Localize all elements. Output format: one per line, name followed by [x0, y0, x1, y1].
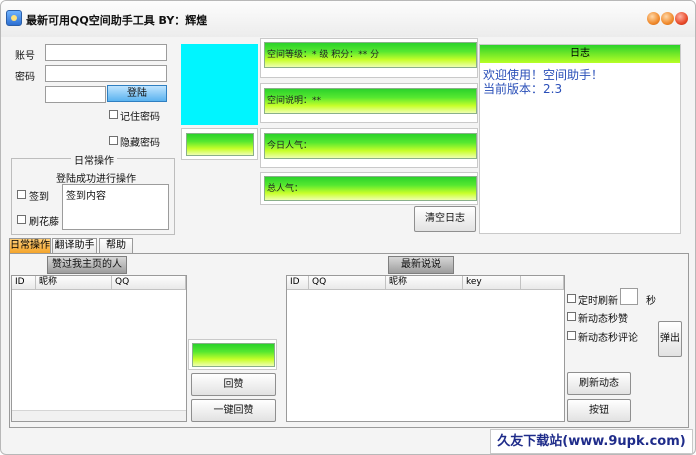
visitors-tab[interactable]: 赞过我主页的人	[47, 256, 127, 274]
app-icon	[6, 10, 22, 26]
level-text: 空间等级：* 级 积分：** 分	[267, 50, 380, 60]
feed-col-qq[interactable]: QQ	[309, 276, 386, 290]
account-label: 账号	[15, 51, 35, 62]
timer-seconds-input[interactable]	[620, 288, 638, 305]
daily-ops-hint: 登陆成功进行操作	[56, 174, 136, 185]
reply-like-button[interactable]: 回赞	[191, 373, 276, 396]
timer-refresh-checkbox[interactable]	[567, 294, 576, 303]
hide-password-checkbox[interactable]	[109, 136, 118, 145]
main-window: 最新可用QQ空间助手工具 BY：辉煌 账号 密码 登陆 记住密码 隐藏密码 日常…	[0, 0, 696, 455]
today-text: 今日人气：	[267, 141, 313, 151]
hide-password-label: 隐藏密码	[120, 138, 160, 149]
desc-panel: 空间说明：**	[260, 83, 478, 123]
minimize-button[interactable]	[647, 12, 660, 25]
total-field: 总人气：	[264, 176, 477, 201]
window-title: 最新可用QQ空间助手工具 BY：辉煌	[26, 14, 208, 27]
visitors-list[interactable]: ID 昵称 QQ	[11, 275, 187, 422]
feed-col-id[interactable]: ID	[287, 276, 309, 290]
reply-status-panel	[188, 339, 277, 370]
close-button[interactable]	[675, 12, 688, 25]
auto-like-checkbox[interactable]	[567, 312, 576, 321]
tab-daily-ops[interactable]: 日常操作	[9, 238, 51, 254]
flower-checkbox[interactable]	[17, 215, 26, 224]
auto-comment-label: 新动态秒评论	[578, 333, 638, 344]
watermark-banner: 久友下载站(www.9upk.com)	[490, 429, 693, 454]
tab-translate[interactable]: 翻译助手	[52, 238, 97, 254]
daily-ops-title: 日常操作	[71, 152, 117, 167]
feed-col-nick[interactable]: 昵称	[386, 276, 463, 290]
feed-tab[interactable]: 最新说说	[388, 256, 454, 274]
generic-button[interactable]: 按钮	[567, 399, 631, 422]
log-header: 日志	[480, 45, 680, 63]
avatar-status-bar	[186, 133, 254, 156]
checkin-label: 签到	[29, 192, 49, 203]
password-label: 密码	[15, 72, 35, 83]
password-input[interactable]	[45, 65, 167, 82]
feed-list[interactable]: ID QQ 昵称 key	[286, 275, 565, 422]
level-panel: 空间等级：* 级 积分：** 分	[260, 38, 478, 78]
clear-log-button[interactable]: 清空日志	[414, 206, 476, 232]
visitors-horizontal-scrollbar[interactable]	[12, 410, 186, 421]
flower-label: 刷花藤	[29, 217, 59, 228]
title-bar: 最新可用QQ空间助手工具 BY：辉煌	[1, 1, 695, 37]
feed-col-blank[interactable]	[521, 276, 564, 290]
checkin-checkbox[interactable]	[17, 190, 26, 199]
account-input[interactable]	[45, 44, 167, 61]
log-panel: 日志 欢迎使用！空间助手！ 当前版本：2.3	[479, 44, 681, 234]
auto-like-label: 新动态秒赞	[578, 314, 628, 325]
desc-text: 空间说明：**	[267, 96, 322, 106]
reply-status-bar	[192, 343, 275, 367]
checkin-content-textarea[interactable]: 签到内容	[62, 184, 169, 230]
one-click-reply-button[interactable]: 一键回赞	[191, 399, 276, 422]
login-button[interactable]: 登陆	[107, 85, 167, 102]
avatar-image	[181, 44, 258, 125]
captcha-input[interactable]	[45, 86, 106, 103]
visitors-col-id[interactable]: ID	[12, 276, 36, 290]
maximize-button[interactable]	[661, 12, 674, 25]
auto-comment-checkbox[interactable]	[567, 331, 576, 340]
refresh-feed-button[interactable]: 刷新动态	[567, 372, 631, 395]
remember-password-checkbox[interactable]	[109, 110, 118, 119]
remember-password-label: 记住密码	[120, 112, 160, 123]
visitors-col-qq[interactable]: QQ	[112, 276, 186, 290]
level-field: 空间等级：* 级 积分：** 分	[264, 42, 477, 68]
tab-help[interactable]: 帮助	[99, 238, 133, 254]
visitors-col-nick[interactable]: 昵称	[36, 276, 112, 290]
checkin-content-text: 签到内容	[66, 191, 106, 202]
today-field: 今日人气：	[264, 133, 477, 159]
popup-button[interactable]: 弹出	[658, 321, 682, 357]
total-panel: 总人气：	[260, 172, 478, 205]
tab-content: 赞过我主页的人 ID 昵称 QQ 回赞 一键回赞 最新说说 ID QQ 昵称 k…	[9, 253, 689, 428]
total-text: 总人气：	[267, 184, 304, 194]
timer-refresh-label: 定时刷新	[578, 296, 618, 307]
seconds-label: 秒	[646, 296, 656, 307]
avatar-status-panel	[181, 128, 258, 160]
desc-field: 空间说明：**	[264, 88, 477, 114]
today-panel: 今日人气：	[260, 128, 478, 168]
feed-col-key[interactable]: key	[463, 276, 521, 290]
log-line: 当前版本：2.3	[483, 82, 563, 96]
